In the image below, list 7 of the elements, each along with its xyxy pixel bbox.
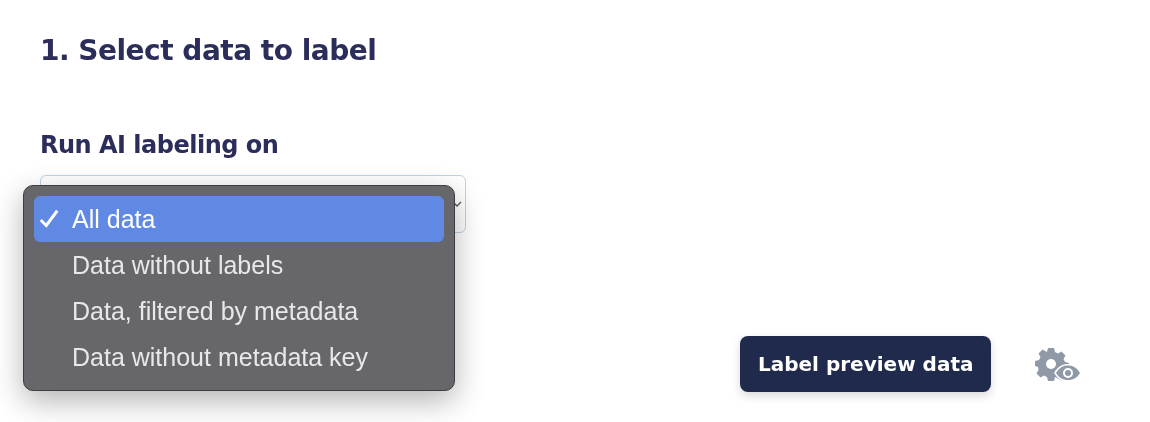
field-label: Run AI labeling on [40, 131, 280, 159]
menu-option[interactable]: Data without metadata key [34, 334, 444, 380]
menu-option[interactable]: All data [34, 196, 444, 242]
label-preview-button[interactable]: Label preview data [740, 336, 992, 392]
menu-option[interactable]: Data without labels [34, 242, 444, 288]
menu-option[interactable]: Data, filtered by metadata [34, 288, 444, 334]
section-heading: 1. Select data to label [40, 34, 378, 67]
